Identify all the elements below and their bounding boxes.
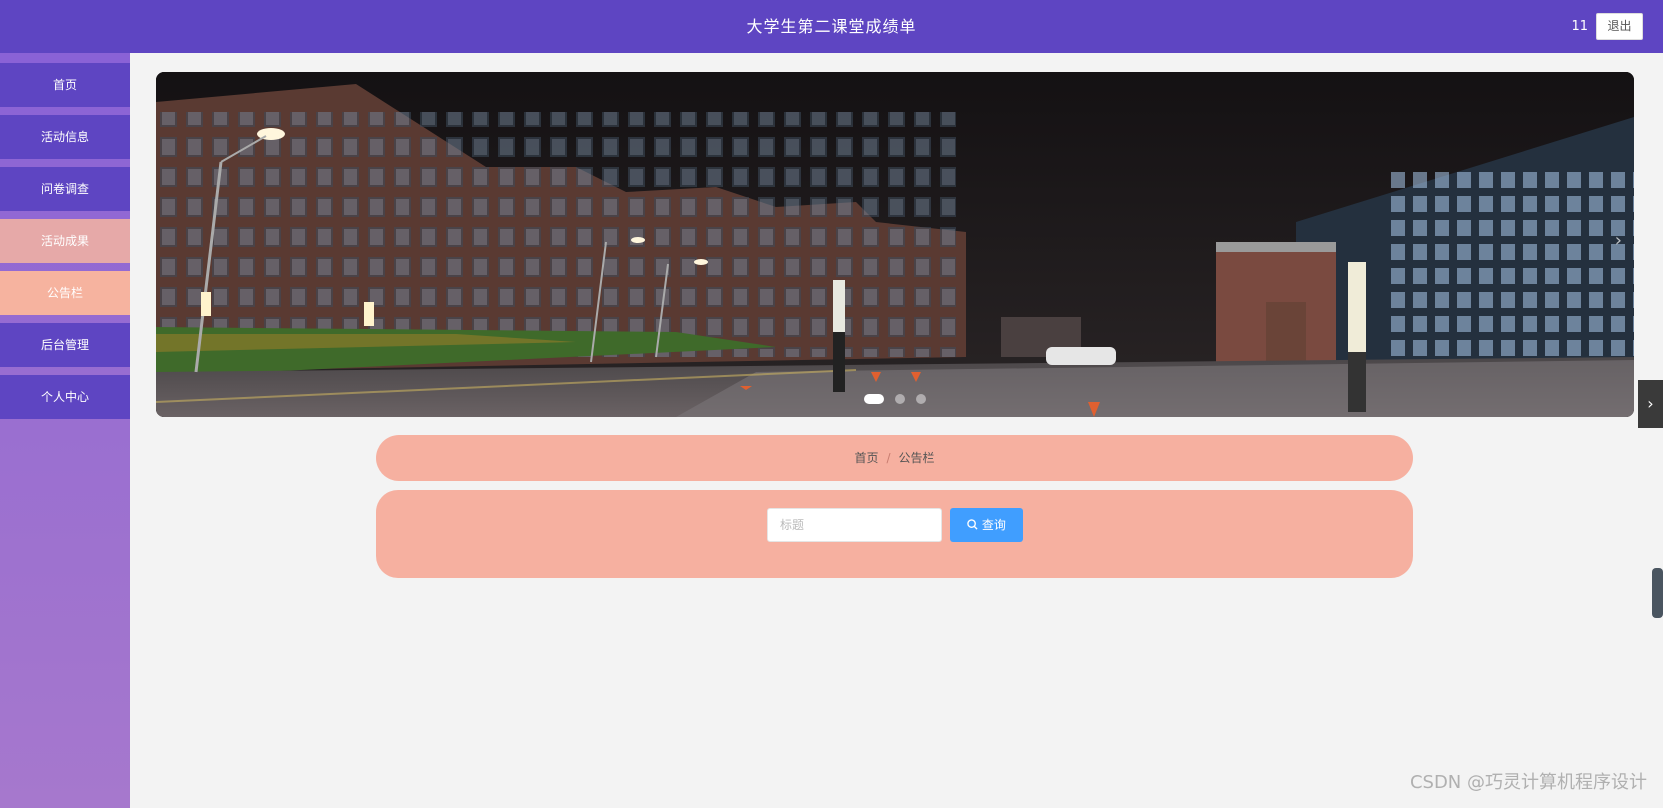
scroll-handle[interactable] [1652, 568, 1663, 618]
title-search-input[interactable] [767, 508, 942, 542]
sidebar-item-survey[interactable]: 问卷调查 [0, 167, 130, 211]
logout-button[interactable]: 退出 [1596, 13, 1643, 40]
sidebar-item-activity-results[interactable]: 活动成果 [0, 219, 130, 263]
sidebar-item-bulletin[interactable]: 公告栏 [0, 271, 130, 315]
site-title: 大学生第二课堂成绩单 [746, 17, 917, 36]
sidebar-item-activity-info[interactable]: 活动信息 [0, 115, 130, 159]
search-button-label: 查询 [981, 518, 1006, 532]
sidebar-item-admin[interactable]: 后台管理 [0, 323, 130, 367]
banner-carousel[interactable]: › [156, 72, 1634, 417]
campus-night-photo [156, 72, 1634, 417]
carousel-dot-1[interactable] [863, 393, 884, 404]
carousel-next-arrow-icon[interactable]: › [1615, 230, 1622, 251]
sidebar-menu: 首页 活动信息 问卷调查 活动成果 公告栏 后台管理 个人中心 [0, 53, 130, 419]
sidebar-item-home[interactable]: 首页 [0, 63, 130, 107]
search-panel: 查询 [376, 490, 1413, 578]
sidebar-item-profile[interactable]: 个人中心 [0, 375, 130, 419]
watermark: CSDN @巧灵计算机程序设计 [1409, 772, 1647, 793]
side-panel-toggle-chevron-right-icon[interactable]: › [1638, 380, 1663, 428]
top-header: 大学生第二课堂成绩单 11 退出 [0, 0, 1663, 53]
sidebar: 首页 活动信息 问卷调查 活动成果 公告栏 后台管理 个人中心 [0, 53, 130, 808]
breadcrumb: 首页 / 公告栏 [376, 435, 1413, 481]
carousel-dot-3[interactable] [916, 393, 927, 404]
current-user: 11 [1571, 19, 1588, 34]
breadcrumb-current: 公告栏 [898, 451, 935, 465]
carousel-indicators [156, 388, 1634, 407]
breadcrumb-home[interactable]: 首页 [854, 451, 878, 465]
breadcrumb-separator: / [886, 451, 891, 465]
search-icon [967, 518, 982, 532]
carousel-dot-2[interactable] [895, 393, 905, 404]
search-button[interactable]: 查询 [950, 508, 1023, 542]
